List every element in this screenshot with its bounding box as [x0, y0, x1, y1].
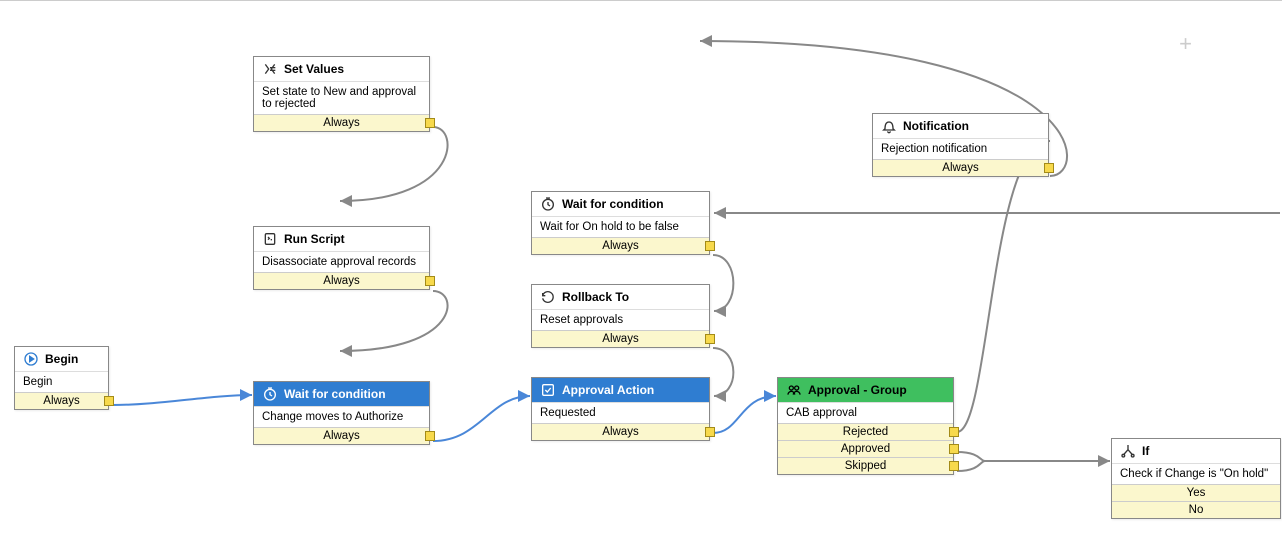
node-body: Check if Change is "On hold" — [1112, 463, 1280, 484]
node-title: Approval Action — [562, 383, 654, 397]
port-icon[interactable] — [104, 396, 114, 406]
play-icon — [23, 351, 39, 367]
node-wait-authorize[interactable]: Wait for condition Change moves to Autho… — [253, 381, 430, 445]
port-icon[interactable] — [949, 461, 959, 471]
condition-yes[interactable]: Yes — [1112, 484, 1280, 501]
node-body: CAB approval — [778, 402, 953, 423]
node-set-values[interactable]: Set Values Set state to New and approval… — [253, 56, 430, 132]
port-icon[interactable] — [425, 118, 435, 128]
bell-icon — [881, 118, 897, 134]
port-icon[interactable] — [1044, 163, 1054, 173]
node-wait-hold[interactable]: Wait for condition Wait for On hold to b… — [531, 191, 710, 255]
script-icon — [262, 231, 278, 247]
node-title: Wait for condition — [562, 197, 664, 211]
port-icon[interactable] — [949, 444, 959, 454]
port-icon[interactable] — [705, 241, 715, 251]
clock-icon — [262, 386, 278, 402]
node-body: Disassociate approval records — [254, 251, 429, 272]
node-body: Begin — [15, 371, 108, 392]
node-body: Reset approvals — [532, 309, 709, 330]
condition-row[interactable]: Always — [254, 272, 429, 289]
node-title: Wait for condition — [284, 387, 386, 401]
node-title: Set Values — [284, 62, 344, 76]
group-icon — [786, 382, 802, 398]
condition-skipped[interactable]: Skipped — [778, 457, 953, 474]
condition-row[interactable]: Always — [254, 114, 429, 131]
variable-icon — [262, 61, 278, 77]
node-approval-group[interactable]: Approval - Group CAB approval Rejected A… — [777, 377, 954, 475]
node-body: Wait for On hold to be false — [532, 216, 709, 237]
node-title: Notification — [903, 119, 969, 133]
node-body: Set state to New and approval to rejecte… — [254, 81, 429, 114]
condition-no[interactable]: No — [1112, 501, 1280, 518]
condition-row[interactable]: Always — [532, 423, 709, 440]
port-icon[interactable] — [425, 276, 435, 286]
clock-icon — [540, 196, 556, 212]
port-icon[interactable] — [705, 427, 715, 437]
port-icon[interactable] — [949, 427, 959, 437]
node-title: Rollback To — [562, 290, 629, 304]
condition-row[interactable]: Always — [532, 237, 709, 254]
node-title: If — [1142, 444, 1149, 458]
check-icon — [540, 382, 556, 398]
node-begin[interactable]: Begin Begin Always — [14, 346, 109, 410]
condition-row[interactable]: Always — [873, 159, 1048, 176]
node-notification[interactable]: Notification Rejection notification Alwa… — [872, 113, 1049, 177]
add-icon[interactable]: + — [1179, 31, 1192, 57]
port-icon[interactable] — [425, 431, 435, 441]
condition-approved[interactable]: Approved — [778, 440, 953, 457]
node-title: Begin — [45, 352, 78, 366]
node-run-script[interactable]: Run Script Disassociate approval records… — [253, 226, 430, 290]
node-title: Approval - Group — [808, 383, 907, 397]
condition-row[interactable]: Always — [532, 330, 709, 347]
condition-rejected[interactable]: Rejected — [778, 423, 953, 440]
node-approval-action[interactable]: Approval Action Requested Always — [531, 377, 710, 441]
node-rollback[interactable]: Rollback To Reset approvals Always — [531, 284, 710, 348]
node-title: Run Script — [284, 232, 345, 246]
branch-icon — [1120, 443, 1136, 459]
undo-icon — [540, 289, 556, 305]
condition-row[interactable]: Always — [254, 427, 429, 444]
condition-row[interactable]: Always — [15, 392, 108, 409]
node-if[interactable]: If Check if Change is "On hold" Yes No — [1111, 438, 1281, 519]
port-icon[interactable] — [705, 334, 715, 344]
node-body: Change moves to Authorize — [254, 406, 429, 427]
node-body: Requested — [532, 402, 709, 423]
node-body: Rejection notification — [873, 138, 1048, 159]
